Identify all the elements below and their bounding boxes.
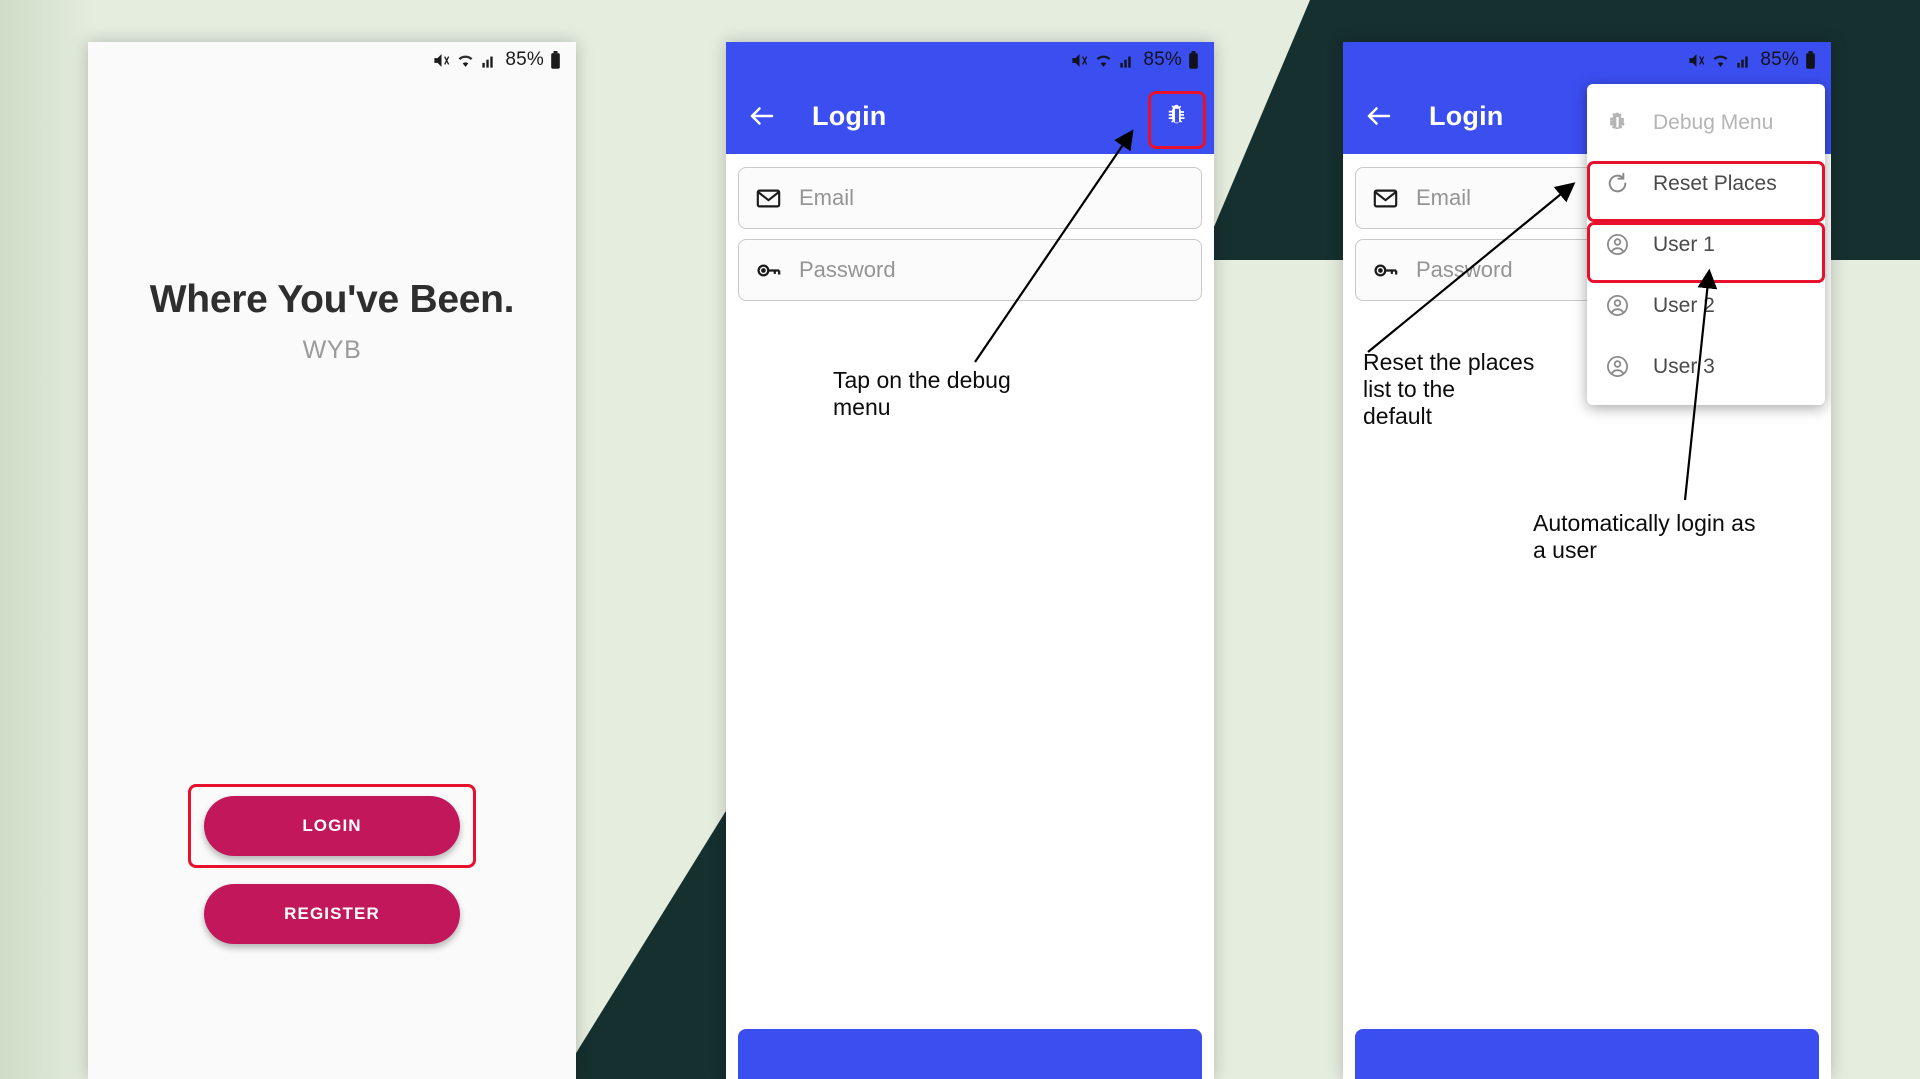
- annotation-text-reset-places: Reset the places list to the default: [1363, 349, 1535, 429]
- screenshot-canvas: 85% Where You've Been. WYB LOGIN REGISTE…: [0, 0, 1920, 1079]
- annotation-text-debug-menu: Tap on the debug menu: [833, 367, 1011, 420]
- annotation-text-auto-login: Automatically login as a user: [1533, 510, 1756, 563]
